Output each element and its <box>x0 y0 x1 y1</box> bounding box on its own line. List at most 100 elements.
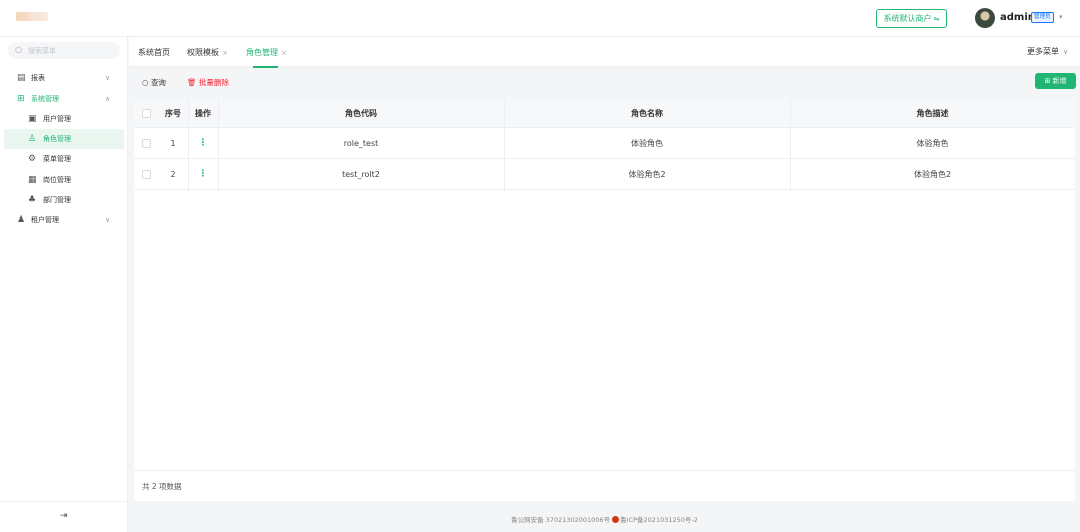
sidebar-item-depts[interactable]: ♣ 部门管理 <box>0 190 128 210</box>
top-bar: 系统默认商户 ⇋ admin 管理员 ▾ <box>0 0 1080 37</box>
sidebar: ○ 搜索菜单 ▤ 报表 ∨ ⊞ 系统管理 ∧ ▣ 用户管理 ♙ 角色管理 ⚙ 菜… <box>0 37 128 532</box>
query-label: 查询 <box>150 78 166 87</box>
role-table: 序号 操作 角色代码 角色名称 角色描述 1 ⋮ role_test 体验角色 … <box>134 99 1075 501</box>
divider <box>134 470 1075 471</box>
close-icon[interactable]: × <box>281 49 287 57</box>
sidebar-item-label: 部门管理 <box>43 196 71 204</box>
role-code: test_rolt2 <box>342 169 380 179</box>
row-checkbox[interactable] <box>141 138 151 148</box>
select-all-checkbox[interactable] <box>141 108 151 118</box>
role-badge: 管理员 <box>1031 12 1054 23</box>
close-icon[interactable]: × <box>222 49 228 57</box>
column-header: 操作 <box>195 108 211 118</box>
copyright-footer: 鲁公网安备 37021302001006号 鲁ICP备2021031250号-2 <box>129 514 1080 524</box>
table-row[interactable]: 2 ⋮ test_rolt2 体验角色2 体验角色2 <box>134 159 1075 190</box>
post-icon: ▦ <box>28 175 37 185</box>
police-badge-icon <box>612 516 620 523</box>
tab-home[interactable]: 系统首页 <box>138 47 170 58</box>
search-placeholder: 搜索菜单 <box>28 47 56 55</box>
user-name[interactable]: admin <box>1000 12 1035 23</box>
toolbar: ○ 查询 🗑 批量删除 ⊞ 新增 <box>129 68 1080 96</box>
column-divider <box>504 99 505 191</box>
tab-label: 系统首页 <box>138 48 170 57</box>
more-menu-label: 更多菜单 <box>1027 47 1059 56</box>
row-action-cell: ⋮ <box>188 159 218 189</box>
icp-record[interactable]: 鲁ICP备2021031250号-2 <box>620 516 698 524</box>
search-icon: ○ <box>142 78 151 87</box>
role-name: 体验角色2 <box>628 169 666 179</box>
sidebar-item-label: 系统管理 <box>31 95 59 103</box>
chevron-down-icon: ∨ <box>105 74 111 82</box>
menu-icon: ⚙ <box>28 154 37 164</box>
role-icon: ♙ <box>28 134 37 144</box>
column-header[interactable]: 角色描述 <box>790 99 1075 127</box>
apps-icon: ⊞ <box>17 94 25 104</box>
sidebar-item-tenants[interactable]: ♟ 租户管理 ∨ <box>0 210 128 230</box>
row-index: 2 <box>170 169 176 179</box>
sidebar-item-report[interactable]: ▤ 报表 ∨ <box>0 68 128 88</box>
table-header: 序号 操作 角色代码 角色名称 角色描述 <box>134 99 1075 128</box>
row-select-cell <box>134 128 158 158</box>
column-header[interactable]: 角色代码 <box>218 99 504 127</box>
more-actions-icon[interactable]: ⋮ <box>199 169 208 179</box>
logo[interactable] <box>16 12 48 21</box>
role-description: 体验角色 <box>916 138 949 148</box>
plus-icon: ⊞ <box>1044 77 1053 85</box>
row-checkbox[interactable] <box>141 169 151 179</box>
role-description: 体验角色2 <box>913 169 952 179</box>
batch-delete-label: 批量删除 <box>198 78 229 87</box>
row-action-cell: ⋮ <box>188 128 218 158</box>
divider <box>0 501 128 502</box>
chevron-down-icon: ∨ <box>105 216 111 224</box>
sidebar-item-label: 角色管理 <box>43 135 71 143</box>
add-role-button[interactable]: ⊞ 新增 <box>1035 73 1076 89</box>
menu-search-input[interactable]: ○ 搜索菜单 <box>8 42 120 59</box>
sidebar-item-system[interactable]: ⊞ 系统管理 ∧ <box>0 89 128 109</box>
police-record[interactable]: 鲁公网安备 37021302001006号 <box>511 516 610 524</box>
sidebar-item-posts[interactable]: ▦ 岗位管理 <box>0 170 128 190</box>
total-count: 共 2 项数据 <box>142 482 182 491</box>
query-button[interactable]: ○ 查询 <box>142 77 166 88</box>
tenant-label: 系统默认商户 <box>883 14 932 23</box>
add-label: 新增 <box>1052 77 1067 85</box>
collapse-sidebar-icon[interactable]: ⇥ <box>60 511 68 521</box>
column-divider <box>188 99 189 191</box>
sidebar-item-users[interactable]: ▣ 用户管理 <box>0 109 128 129</box>
row-select-cell <box>134 159 158 189</box>
row-index: 1 <box>170 138 176 148</box>
more-menu-dropdown[interactable]: 更多菜单 ∨ <box>1027 46 1068 57</box>
sidebar-item-roles[interactable]: ♙ 角色管理 <box>4 129 124 149</box>
role-code: role_test <box>343 138 379 148</box>
avatar[interactable] <box>975 8 995 28</box>
column-header[interactable]: 角色名称 <box>504 99 790 127</box>
batch-delete-button[interactable]: 🗑 批量删除 <box>187 77 229 88</box>
tenant-icon: ♟ <box>17 215 26 225</box>
column-header: 序号 <box>165 108 181 118</box>
dept-icon: ♣ <box>28 195 37 205</box>
chevron-down-icon[interactable]: ▾ <box>1059 13 1063 21</box>
sidebar-item-label: 用户管理 <box>43 115 71 123</box>
chevron-down-icon: ∨ <box>1063 48 1069 56</box>
column-divider <box>218 99 219 191</box>
select-all-cell <box>134 99 158 127</box>
sidebar-item-label: 菜单管理 <box>43 155 71 163</box>
sidebar-item-label: 租户管理 <box>31 216 59 224</box>
tenant-switch-button[interactable]: 系统默认商户 ⇋ <box>876 9 947 28</box>
more-actions-icon[interactable]: ⋮ <box>199 138 208 148</box>
sidebar-item-label: 岗位管理 <box>43 176 71 184</box>
tab-permission-template[interactable]: 权限模板 × <box>187 47 228 58</box>
sidebar-item-menus[interactable]: ⚙ 菜单管理 <box>0 149 128 169</box>
tab-label: 角色管理 <box>246 48 278 57</box>
column-divider <box>790 99 791 191</box>
search-icon: ○ <box>15 45 22 54</box>
report-icon: ▤ <box>17 73 26 83</box>
user-icon: ▣ <box>28 114 37 124</box>
tab-label: 权限模板 <box>187 48 219 57</box>
role-name: 体验角色 <box>631 138 663 148</box>
table-row[interactable]: 1 ⋮ role_test 体验角色 体验角色 <box>134 128 1075 159</box>
chevron-up-icon: ∧ <box>105 95 111 103</box>
sidebar-item-label: 报表 <box>31 74 45 82</box>
tab-role-management[interactable]: 角色管理 × <box>246 47 287 58</box>
trash-icon: 🗑 <box>187 78 199 87</box>
switch-icon: ⇋ <box>933 15 940 23</box>
